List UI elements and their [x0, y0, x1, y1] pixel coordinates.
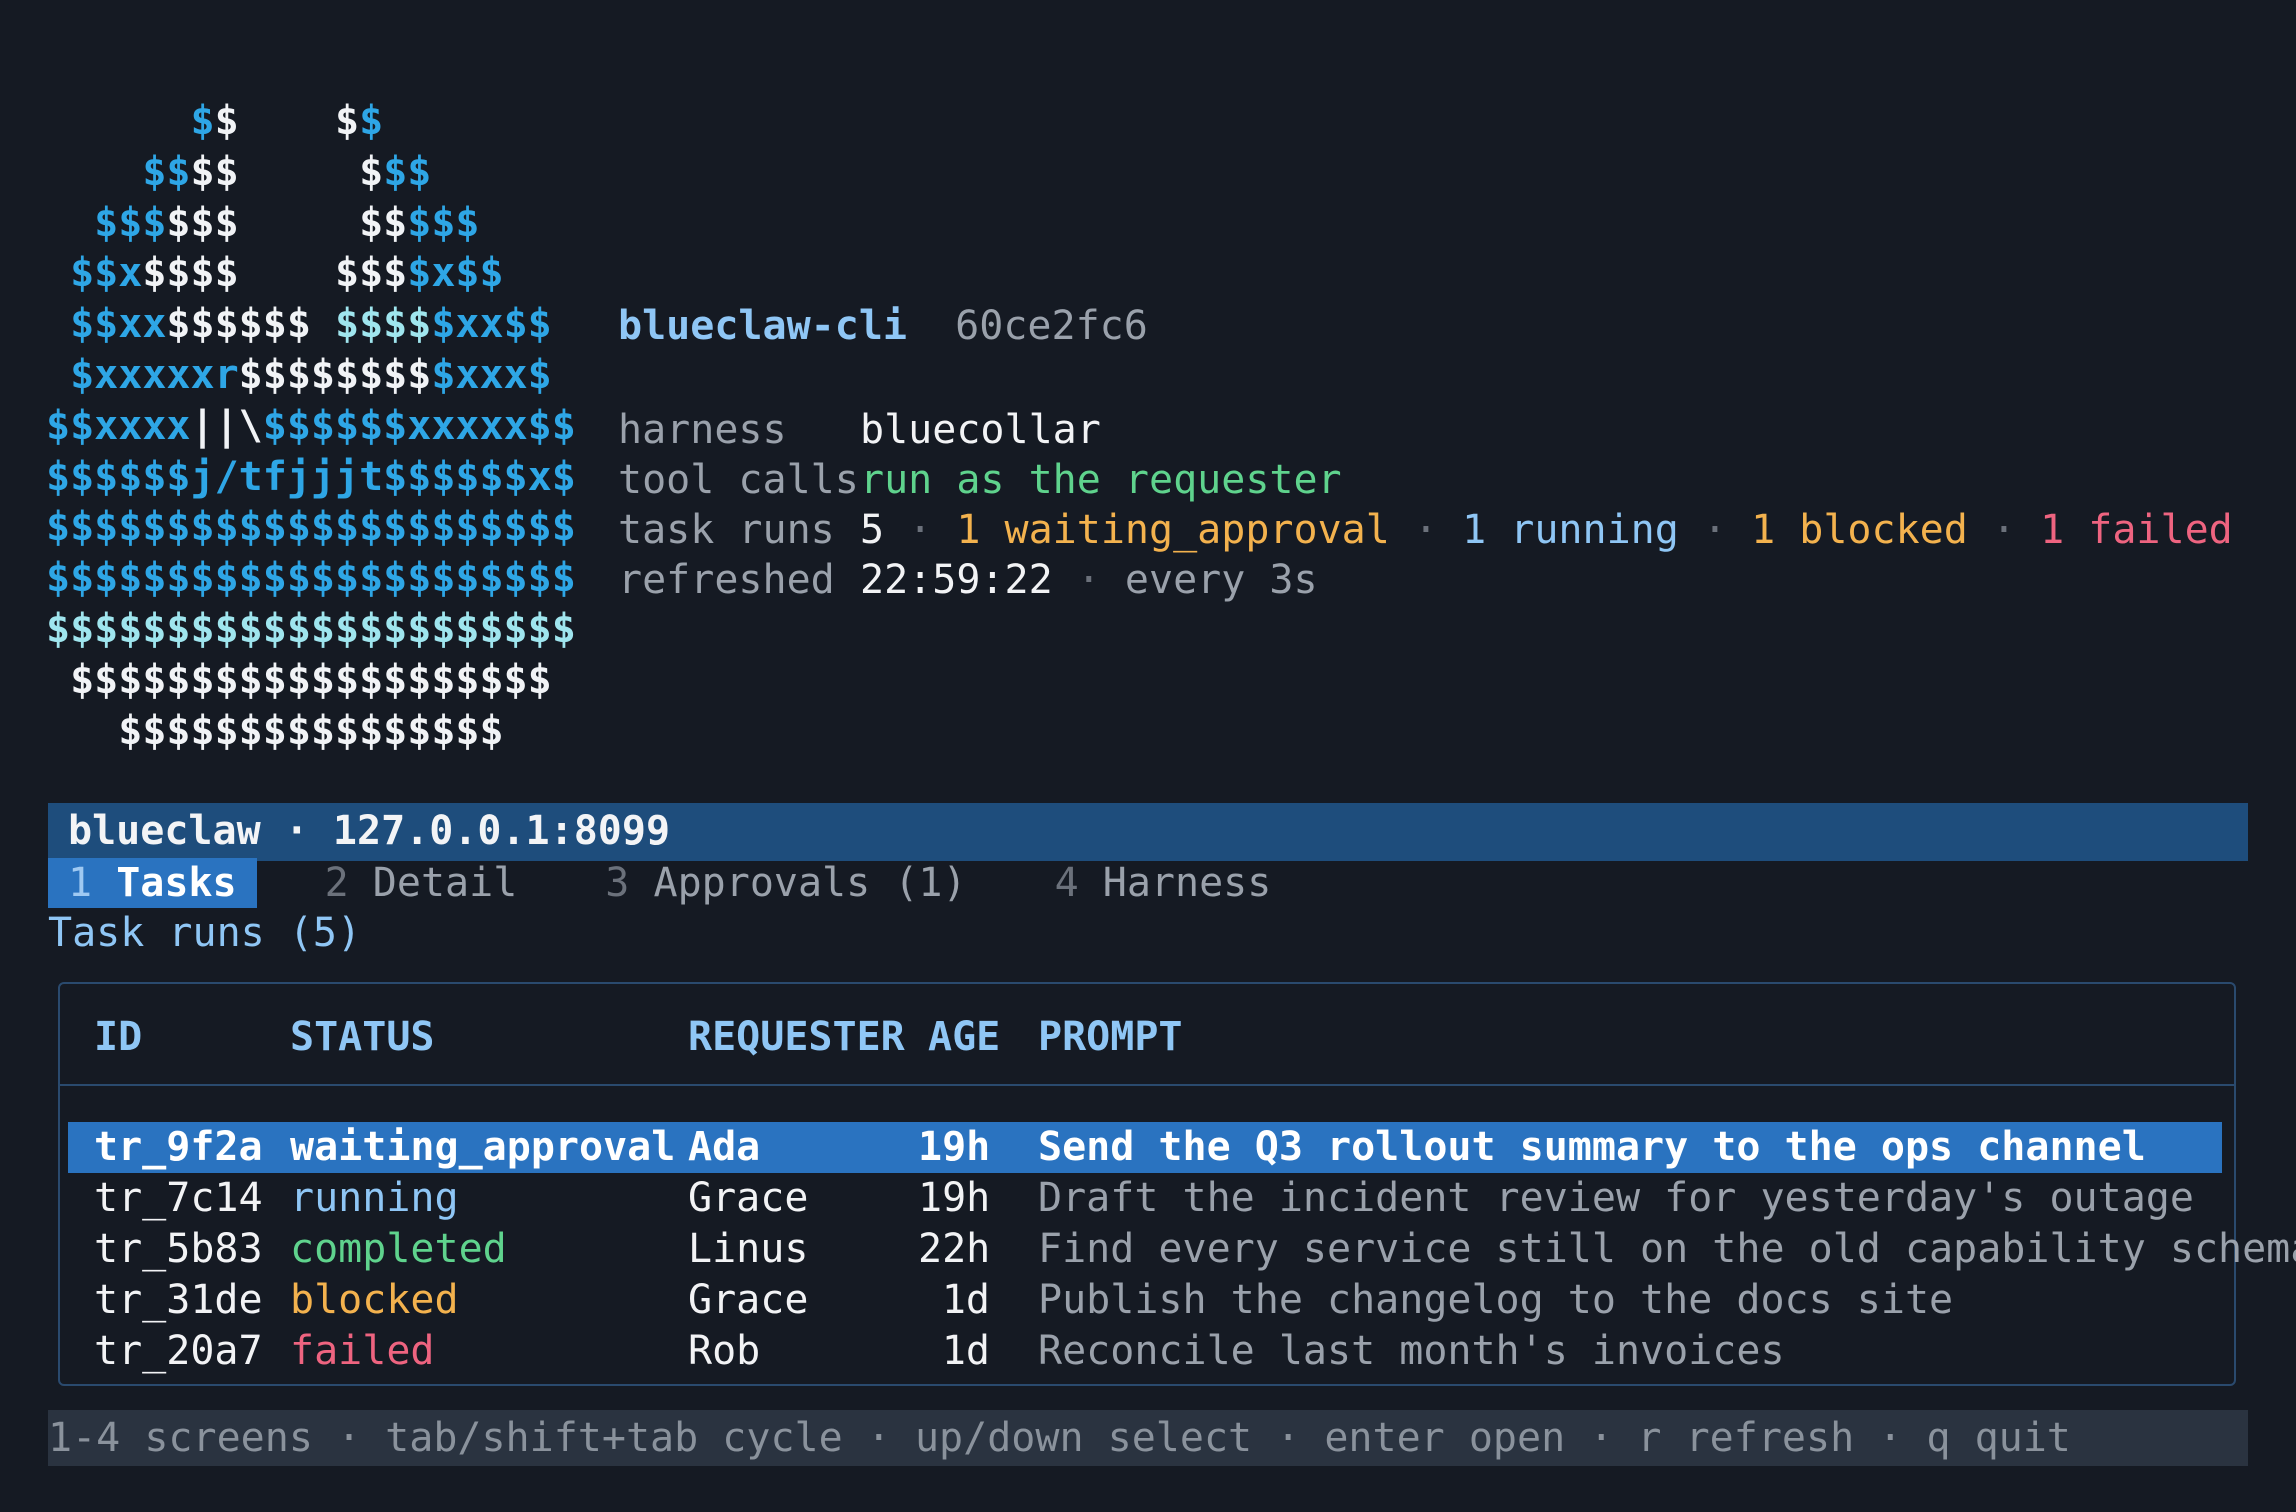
taskruns-row: task runs 5 · 1 waiting_approval · 1 runn…: [618, 507, 2233, 553]
key-hints-bar: 1-4 screens · tab/shift+tab cycle · up/d…: [48, 1410, 2248, 1466]
cell-age: 1d: [941, 1277, 990, 1323]
cell-prompt: Reconcile last month's invoices: [1038, 1328, 1785, 1374]
logo-line: $$xxxx||\$$$$$$xxxxx$$: [46, 402, 576, 449]
table-row[interactable]: tr_9f2a waiting_approval Ada 19h Send the Q3…: [68, 1122, 2222, 1173]
logo-line: $$xx$$$$$$ $$$$$xx$$: [46, 301, 552, 348]
cell-age: 22h: [918, 1226, 991, 1272]
cell-id: tr_20a7: [94, 1328, 263, 1374]
header-divider: [60, 1084, 2234, 1086]
cell-age: 19h: [918, 1175, 991, 1221]
tab-detail[interactable]: 2 Detail: [305, 858, 538, 908]
cell-id: tr_31de: [94, 1277, 263, 1323]
title-bar: blueclaw · 127.0.0.1:8099: [48, 803, 2248, 861]
commit-hash: 60ce2fc6: [955, 303, 1148, 349]
cell-id: tr_9f2a: [94, 1124, 263, 1170]
taskruns-waiting: 1 waiting_approval: [956, 507, 1390, 553]
logo-line: $xxxxxr$$$$$$$$$xxx$: [46, 351, 552, 398]
ascii-claw-logo: $$ $$ $$$$ $$$ $$$$$$ $$$$$ $$x$$$$ $$$$…: [46, 96, 576, 756]
taskruns-total: 5: [860, 507, 885, 553]
tab-label: Harness: [1102, 860, 1272, 906]
cell-age: 19h: [918, 1124, 991, 1170]
toolcalls-value: run as the requester: [860, 457, 1342, 503]
cell-status: completed: [290, 1226, 507, 1272]
cell-age: 1d: [941, 1328, 990, 1374]
logo-line: $$x$$$$ $$$$x$$: [46, 250, 504, 297]
table-row[interactable]: tr_31de blocked Grace 1d Publish the changel…: [68, 1275, 2222, 1326]
cell-requester: Rob: [688, 1328, 761, 1374]
logo-line: $$$$$$$$$$$$$$$$$$$$$$: [46, 504, 576, 551]
col-header-prompt[interactable]: PROMPT: [1038, 1012, 1183, 1063]
refreshed-interval: every 3s: [1124, 557, 1318, 603]
cell-requester: Grace: [688, 1175, 809, 1221]
task-runs-table: ID STATUS REQUESTER AGE PROMPT tr_9f2a wa…: [58, 982, 2296, 1386]
key-hints: 1-4 screens · tab/shift+tab cycle · up/d…: [48, 1415, 2071, 1461]
logo-line: $$$$$$$$$$$$$$$$$$$$$$: [46, 605, 576, 652]
cell-prompt: Publish the changelog to the docs site: [1038, 1277, 1954, 1323]
refreshed-time: 22:59:22: [860, 557, 1053, 603]
table-row[interactable]: tr_7c14 running Grace 19h Draft the incident…: [68, 1173, 2222, 1224]
cell-status: waiting_approval: [290, 1124, 676, 1170]
table-row[interactable]: tr_5b83 completed Linus 22h Find every servi…: [68, 1224, 2296, 1275]
cell-id: tr_7c14: [94, 1175, 263, 1221]
taskruns-running: 1 running: [1462, 507, 1679, 553]
logo-line: $$$$$$$$$$$$$$$$$$$$: [46, 656, 552, 703]
cell-status: blocked: [290, 1277, 459, 1323]
col-header-status[interactable]: STATUS: [290, 1012, 435, 1063]
tab-number: 2: [324, 860, 349, 906]
tab-bar: 1 Tasks 2 Detail 3 Approvals (1) 4 Harness: [48, 858, 1339, 910]
logo-line: $$ $$: [46, 98, 384, 144]
logo-line: $$$$$$$$$$$$$$$$$$$$$$: [46, 555, 576, 602]
logo-line: $$$$$$$$$$$$$$$$: [46, 707, 504, 754]
cell-prompt: Send the Q3 rollout summary to the ops c…: [1038, 1124, 2146, 1170]
cell-prompt: Find every service still on the old capa…: [1038, 1226, 2296, 1272]
app-name: blueclaw-cli: [618, 303, 907, 349]
cell-status: running: [290, 1175, 459, 1221]
tab-number: 4: [1054, 860, 1079, 906]
col-header-age[interactable]: AGE: [928, 1012, 1000, 1063]
tab-label: Tasks: [116, 860, 237, 906]
tab-tasks[interactable]: 1 Tasks: [48, 858, 257, 908]
logo-line: $$$$ $$$: [46, 148, 432, 195]
cell-requester: Ada: [688, 1124, 761, 1170]
taskruns-failed: 1 failed: [2040, 507, 2233, 553]
title-bar-text: blueclaw · 127.0.0.1:8099: [68, 808, 671, 854]
col-header-id[interactable]: ID: [94, 1012, 142, 1063]
cell-prompt: Draft the incident review for yesterday'…: [1038, 1175, 2194, 1221]
tab-label: Detail: [372, 860, 518, 906]
taskruns-blocked: 1 blocked: [1751, 507, 1968, 553]
cell-requester: Grace: [688, 1277, 809, 1323]
cell-id: tr_5b83: [94, 1226, 263, 1272]
tab-number: 1: [68, 860, 93, 906]
table-row[interactable]: tr_20a7 failed Rob 1d Reconcile last month's…: [68, 1326, 2222, 1377]
app-header: blueclaw-cli 60ce2fc6: [618, 301, 1148, 352]
harness-row: harness bluecollar: [618, 407, 1101, 453]
cell-status: failed: [290, 1328, 435, 1374]
section-title: Task runs (5): [48, 910, 362, 956]
toolcalls-row: tool callsrun as the requester: [618, 457, 1342, 503]
tab-number: 3: [605, 860, 630, 906]
tab-harness[interactable]: 4 Harness: [1035, 858, 1292, 908]
col-header-requester[interactable]: REQUESTER: [688, 1012, 905, 1063]
harness-value: bluecollar: [860, 407, 1101, 453]
logo-line: $$$$$$j/tfjjjt$$$$$$x$: [46, 453, 576, 500]
refreshed-row: refreshed 22:59:22 · every 3s: [618, 557, 1318, 603]
tab-label: Approvals (1): [653, 860, 967, 906]
tab-approvals[interactable]: 3 Approvals (1): [585, 858, 986, 908]
logo-line: $$$$$$ $$$$$: [46, 199, 480, 246]
cell-requester: Linus: [688, 1226, 809, 1272]
